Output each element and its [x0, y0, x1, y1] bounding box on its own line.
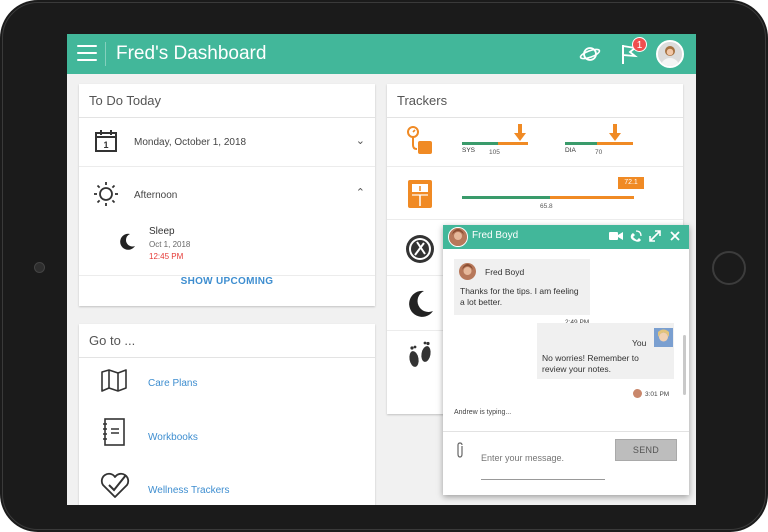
notification-badge: 1: [632, 37, 647, 52]
moon-icon: [120, 233, 135, 250]
sys-marker-arrow: [514, 124, 526, 141]
sys-label: SYS: [462, 147, 476, 154]
goto-card: Go to ... Care Plans Workbooks Wellness …: [79, 324, 375, 505]
message-input[interactable]: [481, 436, 605, 480]
incoming-message: Fred Boyd Thanks for the tips. I am feel…: [454, 259, 590, 315]
period-label: Afternoon: [134, 190, 178, 201]
expand-icon[interactable]: [649, 230, 661, 242]
sys-bar-green: [462, 142, 498, 145]
avatar[interactable]: [656, 40, 684, 68]
send-button[interactable]: SEND: [615, 439, 677, 461]
incoming-sender: Fred Boyd: [485, 267, 525, 277]
outgoing-text-line2: review your notes.: [542, 364, 611, 374]
chat-contact-name: Fred Boyd: [472, 230, 519, 241]
outgoing-message: You No worries! Remember to review your …: [537, 323, 674, 379]
sys-bar-orange: [498, 142, 528, 145]
tracker-blood-pressure[interactable]: SYS 105 DIA 70: [387, 117, 683, 167]
outgoing-avatar-small: [633, 389, 642, 398]
app-screen: Fred's Dashboard 1 To Do Today 1 Monday,…: [67, 34, 696, 505]
goto-card-title: Go to ...: [79, 324, 375, 358]
wellness-trackers-link[interactable]: Wellness Trackers: [148, 485, 230, 496]
dia-bar-green: [565, 142, 597, 145]
weight-current-badge: 72.1: [618, 177, 644, 189]
dia-value: 70: [595, 149, 603, 156]
chat-scrollbar[interactable]: [683, 335, 686, 395]
chat-composer: SEND: [443, 431, 689, 495]
sys-value: 105: [489, 149, 500, 156]
weight-bar-green: [462, 196, 550, 199]
footprints-icon: [409, 341, 431, 367]
incoming-text-line1: Thanks for the tips. I am feeling: [460, 286, 579, 296]
close-icon[interactable]: [670, 231, 680, 241]
chevron-down-icon[interactable]: ⌄: [356, 134, 365, 147]
tablet-frame: Fred's Dashboard 1 To Do Today 1 Monday,…: [0, 0, 768, 532]
outgoing-sender: You: [632, 338, 647, 348]
care-plans-link[interactable]: Care Plans: [148, 378, 197, 389]
contact-avatar: [448, 227, 468, 247]
scale-icon: [408, 180, 432, 208]
dia-bar-orange: [597, 142, 633, 145]
task-time: 12:45 PM: [149, 252, 184, 261]
self-avatar: [654, 328, 673, 347]
todo-card-title: To Do Today: [79, 84, 375, 118]
chat-header: Fred Boyd: [443, 225, 689, 249]
task-name: Sleep: [149, 226, 175, 237]
goto-workbooks[interactable]: Workbooks: [79, 412, 375, 462]
goto-wellness-trackers[interactable]: Wellness Trackers: [79, 465, 375, 505]
svg-text:1: 1: [103, 140, 108, 150]
top-bar: Fred's Dashboard 1: [67, 34, 696, 74]
typing-indicator: Andrew is typing...: [454, 409, 512, 416]
goto-care-plans[interactable]: Care Plans: [79, 358, 375, 408]
moon-icon: [409, 290, 433, 317]
weight-bar-orange: [550, 196, 634, 199]
show-upcoming-button[interactable]: SHOW UPCOMING: [79, 276, 375, 287]
date-label: Monday, October 1, 2018: [134, 137, 247, 148]
incoming-text-line2: a lot better.: [460, 297, 503, 307]
home-button[interactable]: [712, 251, 746, 285]
todo-card: To Do Today 1 Monday, October 1, 2018 ⌄: [79, 84, 375, 306]
saturn-icon[interactable]: [579, 42, 601, 66]
calendar-icon: 1: [95, 130, 117, 152]
tracker-weight[interactable]: 72.1 65.8: [387, 168, 683, 220]
trackers-card-title: Trackers: [387, 84, 683, 118]
chat-window: Fred Boyd Fred Boyd Thanks for the tips.…: [443, 225, 689, 495]
date-row[interactable]: 1 Monday, October 1, 2018 ⌄: [79, 117, 375, 167]
task-date: Oct 1, 2018: [149, 240, 191, 249]
sun-icon: [94, 182, 118, 206]
camera-icon: [34, 262, 45, 273]
page-title: Fred's Dashboard: [116, 43, 267, 64]
fork-knife-icon: [406, 235, 434, 263]
heart-check-icon: [100, 472, 130, 498]
dia-label: DIA: [565, 147, 576, 154]
divider: [105, 42, 106, 66]
paperclip-icon[interactable]: [455, 442, 465, 458]
menu-icon[interactable]: [77, 45, 97, 63]
chevron-up-icon[interactable]: ⌃: [356, 186, 365, 199]
blood-pressure-icon: [407, 126, 432, 154]
outgoing-text-line1: No worries! Remember to: [542, 353, 639, 363]
notebook-icon: [103, 418, 125, 446]
sender-avatar: [459, 263, 476, 280]
dia-marker-arrow: [609, 124, 621, 141]
call-icon[interactable]: [629, 229, 643, 243]
outgoing-time: 3:01 PM: [645, 391, 670, 398]
map-icon: [101, 369, 127, 392]
workbooks-link[interactable]: Workbooks: [148, 432, 198, 443]
weight-value: 65.8: [540, 203, 553, 210]
afternoon-row[interactable]: Afternoon ⌃ Sleep Oct 1, 2018 12:45 PM: [79, 168, 375, 276]
video-camera-icon[interactable]: [609, 230, 623, 242]
